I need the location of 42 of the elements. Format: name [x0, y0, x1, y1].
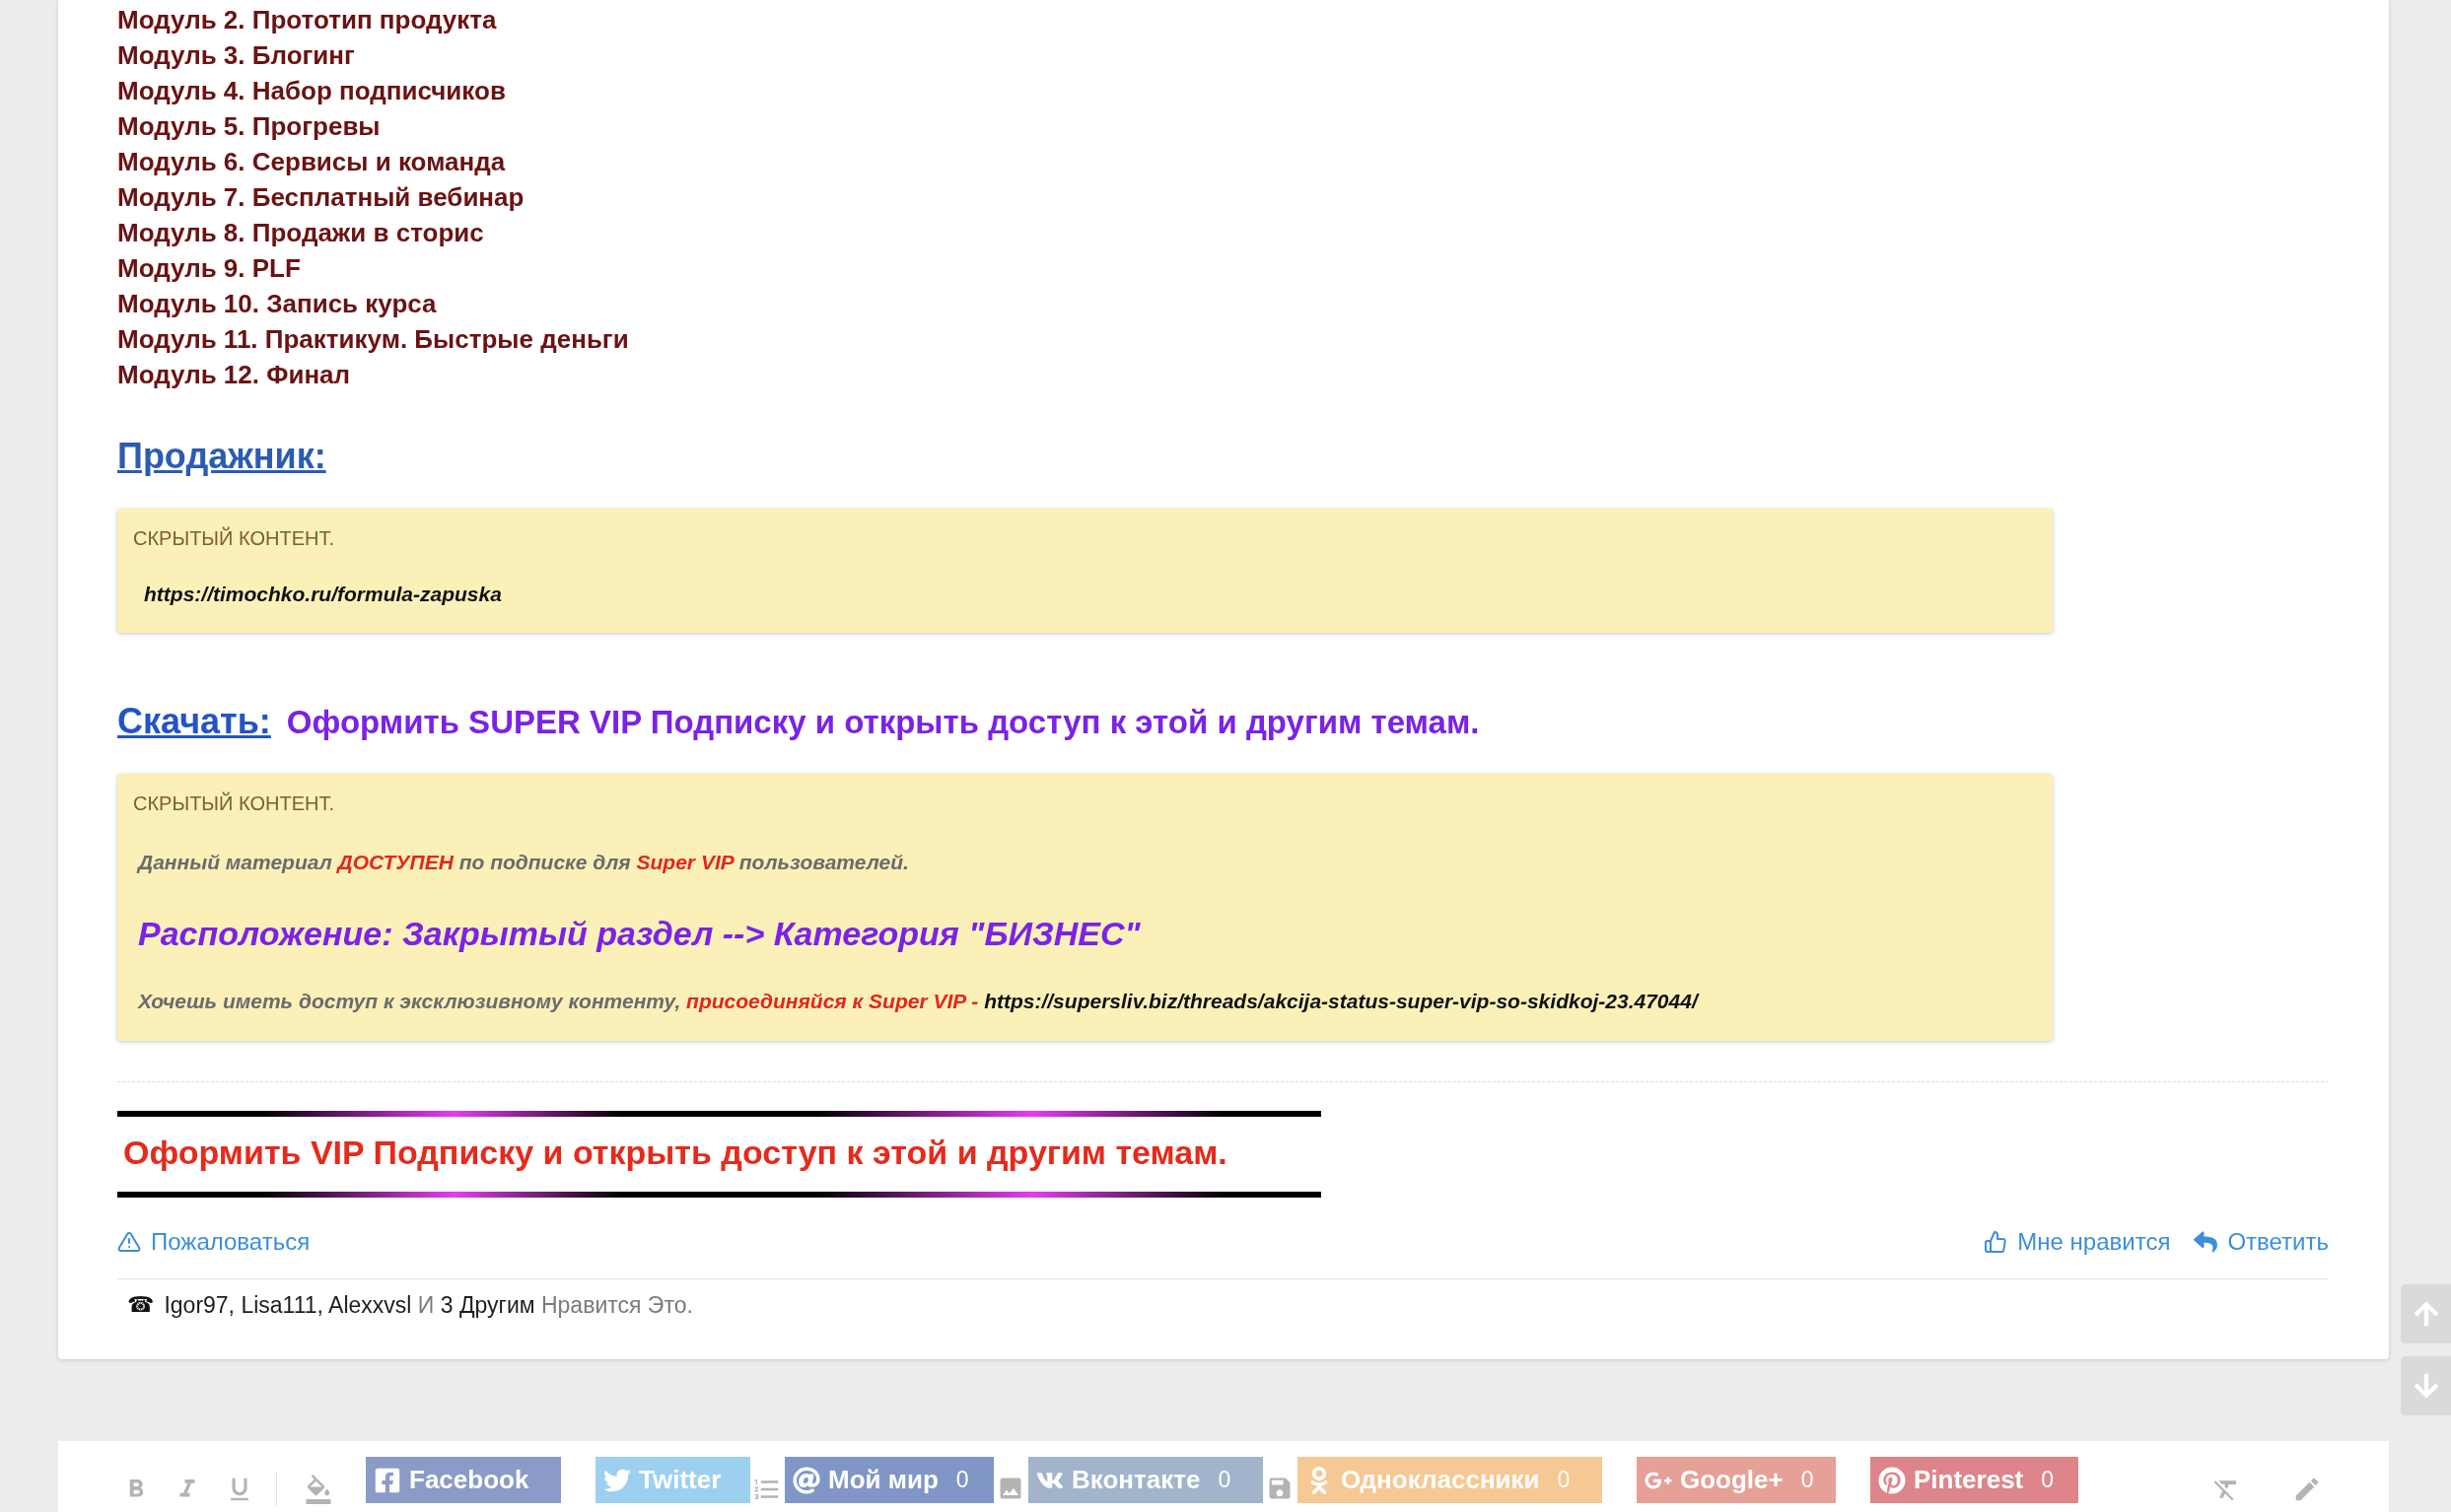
notice-text: Данный материал ДОСТУПЕН по подписке для Super VIP пользователей.: [135, 850, 909, 875]
thumbs-up-icon: [1984, 1230, 2008, 1254]
location-text: Расположение: Закрытый раздел --> Категория "БИЗНЕС": [137, 914, 1141, 954]
telephone-icon: ☎: [127, 1290, 155, 1320]
module-item: Модуль 3. Блогинг: [117, 39, 356, 72]
url-text: https://timochko.ru/formula-zapuska: [143, 582, 502, 607]
module-item: Модуль 6. Сервисы и команда: [117, 146, 507, 178]
reply-link[interactable]: Ответить: [2194, 1227, 2329, 1257]
report-link[interactable]: Пожаловаться: [117, 1227, 311, 1257]
module-item: Модуль 7. Бесплатный вебинар: [117, 181, 525, 214]
subscribe-link[interactable]: Оформить SUPER VIP Подписку и открыть доступ к этой и другим темам.: [286, 701, 1480, 744]
letter-f-icon: [374, 1466, 401, 1494]
share-button[interactable]: Pinterest 0: [1870, 1457, 2078, 1503]
module-item: Модуль 12. Финал: [117, 359, 352, 391]
letter-p-icon: [1878, 1466, 1906, 1494]
share-button[interactable]: Мой мир 0: [785, 1457, 994, 1503]
module-item: Модуль 2. Прототип продукта: [117, 4, 498, 36]
module-item: Модуль 11. Практикум. Быстрые деньги: [117, 323, 629, 356]
arrow-up-icon: [2412, 1300, 2440, 1328]
share-button[interactable]: Facebook: [366, 1457, 561, 1503]
share-button[interactable]: Google+ 0: [1637, 1457, 1836, 1503]
vip-subscribe-link[interactable]: Оформить VIP Подписку и открыть доступ к этой и другим темам.: [117, 1117, 1321, 1192]
module-item: Модуль 4. Набор подписчиков: [117, 75, 507, 107]
paint-bucket-icon[interactable]: [304, 1475, 333, 1504]
hidden-content-label: СКРЫТЫЙ КОНТЕНТ.: [133, 525, 334, 551]
hidden-content-label: СКРЫТЫЙ КОНТЕНТ.: [133, 790, 334, 816]
module-item: Модуль 5. Прогревы: [117, 110, 382, 143]
module-item: Модуль 9. PLF: [117, 252, 302, 285]
arrow-down-icon: [2412, 1372, 2440, 1400]
share-button[interactable]: Вконтакте 0: [1028, 1457, 1263, 1503]
like-link[interactable]: Мне нравится: [1984, 1227, 2171, 1257]
scroll-up-button[interactable]: [2401, 1284, 2451, 1343]
scroll-down-button[interactable]: [2401, 1356, 2451, 1415]
reply-icon: [2194, 1230, 2218, 1254]
heading-link[interactable]: Продажник:: [117, 435, 326, 478]
module-item: Модуль 10. Запись курса: [117, 288, 438, 320]
notice-text: Хочешь иметь доступ к эксклюзивному контенту, присоединяйся к Super VIP - https://supersliv.biz/threads/akcija-status-super-vip-so-skidkoj-23.47044/: [136, 989, 1698, 1014]
module-item: Модуль 8. Продажи в сторис: [117, 217, 485, 249]
heading-link[interactable]: Скачать:: [117, 700, 271, 743]
likes-text: Igor97, Lisa111, Alexxvsl И 3 Другим Нравится Это.: [164, 1291, 693, 1320]
warning-icon: [117, 1230, 141, 1254]
at-sign-icon: [793, 1466, 820, 1494]
